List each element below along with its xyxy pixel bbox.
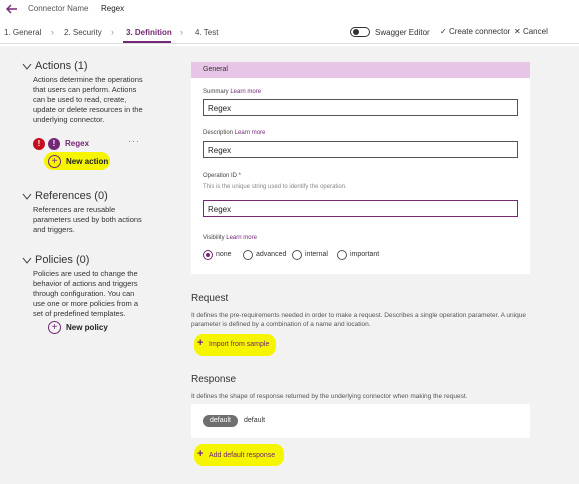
summary-learn-more-link[interactable]: Learn more <box>230 89 261 95</box>
default-response-badge[interactable]: default <box>203 415 238 427</box>
error-icon: ! <box>33 138 45 150</box>
chevron-right-icon: › <box>180 27 183 37</box>
request-description: It defines the pre-requirements needed i… <box>191 312 526 328</box>
operation-id-input[interactable]: Regex <box>203 200 518 217</box>
swagger-editor-toggle[interactable] <box>350 27 370 37</box>
description-input[interactable]: Regex <box>203 141 518 158</box>
new-action-button[interactable]: New action <box>66 157 108 166</box>
step-test[interactable]: 4. Test <box>195 28 218 37</box>
collapse-caret-icon[interactable] <box>22 63 32 71</box>
general-card: General Summary Learn more Regex Descrip… <box>191 62 530 274</box>
check-icon: ✓ <box>440 27 449 36</box>
visibility-label-text: Visibility <box>203 235 225 241</box>
description-label-text: Description <box>203 130 234 136</box>
plus-icon[interactable]: + <box>197 448 203 460</box>
references-title: References (0) <box>35 190 108 202</box>
visibility-internal-radio[interactable] <box>292 250 302 260</box>
active-step-underline <box>123 41 171 43</box>
top-bar: Connector Name Regex <box>0 0 579 20</box>
summary-label-text: Summary <box>203 89 229 95</box>
cancel-label: Cancel <box>522 27 548 36</box>
references-description: References are reusable parameters used … <box>33 205 142 234</box>
more-options-icon[interactable]: ··· <box>128 136 140 146</box>
wizard-steps: 1. General › 2. Security › 3. Definition… <box>0 22 579 44</box>
visibility-label: Visibility Learn more <box>203 235 257 241</box>
summary-label: Summary Learn more <box>203 89 261 95</box>
chevron-right-icon: › <box>51 27 54 37</box>
chevron-right-icon: › <box>111 27 114 37</box>
response-card: default default <box>191 404 530 438</box>
visibility-internal-label: internal <box>305 251 328 258</box>
response-title: Response <box>191 374 237 385</box>
visibility-learn-more-link[interactable]: Learn more <box>226 235 257 241</box>
new-policy-button[interactable]: New policy <box>66 323 108 332</box>
back-arrow-icon[interactable] <box>4 2 20 16</box>
policies-description: Policies are used to change the behavior… <box>33 269 139 318</box>
response-description: It defines the shape of response returne… <box>191 393 468 400</box>
description-label: Description Learn more <box>203 130 265 136</box>
close-icon: ✕ <box>514 27 523 36</box>
toggle-knob <box>353 29 359 35</box>
visibility-advanced-radio[interactable] <box>243 250 253 260</box>
general-title: General <box>203 66 228 73</box>
visibility-advanced-label: advanced <box>256 251 287 258</box>
request-title: Request <box>191 293 229 304</box>
action-item-regex[interactable]: Regex <box>65 139 89 148</box>
step-general[interactable]: 1. General <box>4 28 41 37</box>
general-header: General <box>191 62 530 78</box>
step-definition[interactable]: 3. Definition <box>126 28 172 37</box>
operation-id-label: Operation ID * <box>203 173 242 179</box>
create-connector-label: Create connector <box>448 27 511 36</box>
operation-id-hint: This is the unique string used to identi… <box>203 184 347 190</box>
plus-icon[interactable]: + <box>197 337 203 349</box>
visibility-none-label: none <box>216 251 232 258</box>
add-default-response-button[interactable]: Add default response <box>209 452 275 459</box>
actions-description: Actions determine the operations that us… <box>33 75 143 124</box>
swagger-editor-label: Swagger Editor <box>375 28 430 37</box>
add-circle-icon[interactable]: + <box>48 155 61 168</box>
description-learn-more-link[interactable]: Learn more <box>235 130 266 136</box>
connector-name-value[interactable]: Regex <box>101 4 124 13</box>
collapse-caret-icon[interactable] <box>22 193 32 201</box>
summary-input[interactable]: Regex <box>203 99 518 116</box>
step-security[interactable]: 2. Security <box>64 28 102 37</box>
import-from-sample-button[interactable]: Import from sample <box>209 341 269 348</box>
visibility-none-radio[interactable] <box>203 250 213 260</box>
create-connector-button[interactable]: ✓ Create connector <box>440 27 510 36</box>
visibility-important-radio[interactable] <box>337 250 347 260</box>
cancel-button[interactable]: ✕ Cancel <box>514 27 548 36</box>
policies-title: Policies (0) <box>35 254 90 266</box>
default-response-label: default <box>244 417 266 424</box>
action-info-icon: ! <box>48 138 60 150</box>
collapse-caret-icon[interactable] <box>22 257 32 265</box>
visibility-important-label: important <box>350 251 380 258</box>
add-circle-icon[interactable]: + <box>48 321 61 334</box>
actions-title: Actions (1) <box>35 60 88 72</box>
connector-name-label: Connector Name <box>28 4 89 13</box>
